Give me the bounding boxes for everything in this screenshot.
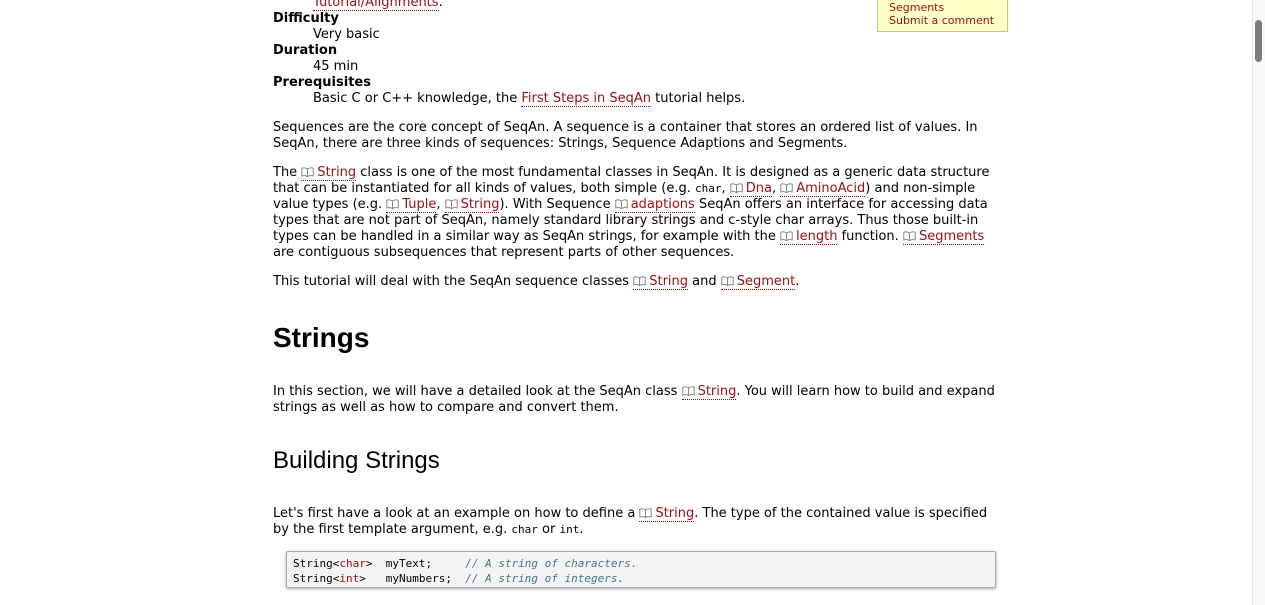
aminoacid-link[interactable]: AminoAcid [780,181,866,197]
book-icon [615,199,628,209]
string-link[interactable]: String [301,165,357,181]
inline-code-int: int [559,523,580,536]
sidebar-note: Segments Submit a comment [877,0,1008,32]
tuple-link[interactable]: Tuple [386,197,437,213]
first-steps-link[interactable]: First Steps in SeqAn [521,91,652,107]
main-content: Tutorial/Alignments. Difficulty Very bas… [273,0,1003,303]
tutorial-alignments-link[interactable]: Tutorial/Alignments [313,0,439,11]
book-icon [445,199,458,209]
book-icon [633,276,646,286]
segments-link[interactable]: Segments [902,229,985,245]
code-line: String<int> myNumbers; // A string of in… [293,572,625,585]
string-class-paragraph: The String class is one of the most fund… [273,165,990,260]
prerequisites-term: Prerequisites [273,75,371,90]
scrollbar-thumb[interactable] [1255,20,1262,62]
segments-note-link[interactable]: Segments [889,1,1007,14]
intro-paragraph: Sequences are the core concept of SeqAn.… [273,120,978,151]
book-icon [780,231,793,241]
building-strings-heading: Building Strings [273,447,440,474]
book-icon [780,183,793,193]
duration-value: 45 min [313,59,359,74]
tutorial-scope-paragraph: This tutorial will deal with the SeqAn s… [273,274,800,290]
dna-link[interactable]: Dna [729,181,772,197]
length-link[interactable]: length [780,229,838,245]
adaptions-link[interactable]: adaptions [614,197,695,213]
segment-link[interactable]: Segment [720,274,796,290]
string-link-4[interactable]: String [681,384,737,400]
book-icon [386,199,399,209]
building-strings-paragraph: Let's first have a look at an example on… [273,506,988,537]
book-icon [301,167,314,177]
strings-section-paragraph: In this section, we will have a detailed… [273,384,995,415]
prerequisites-value: Basic C or C++ knowledge, the First Step… [313,91,746,107]
inline-code-char: char [511,523,538,536]
strings-heading: Strings [273,322,370,353]
book-icon [682,386,695,396]
scrollbar-track[interactable] [1252,0,1265,605]
inline-code-char: char [695,182,722,195]
book-icon [639,508,652,518]
book-icon [903,231,916,241]
duration-term: Duration [273,43,338,58]
string-link-5[interactable]: String [639,506,695,522]
book-icon [721,276,734,286]
string-link-2[interactable]: String [444,197,500,213]
book-icon [730,183,743,193]
code-line: String<char> myText; // A string of char… [293,557,638,570]
submit-comment-link[interactable]: Submit a comment [889,14,1007,27]
string-link-3[interactable]: String [633,274,689,290]
code-block: String<char> myText; // A string of char… [286,551,996,588]
